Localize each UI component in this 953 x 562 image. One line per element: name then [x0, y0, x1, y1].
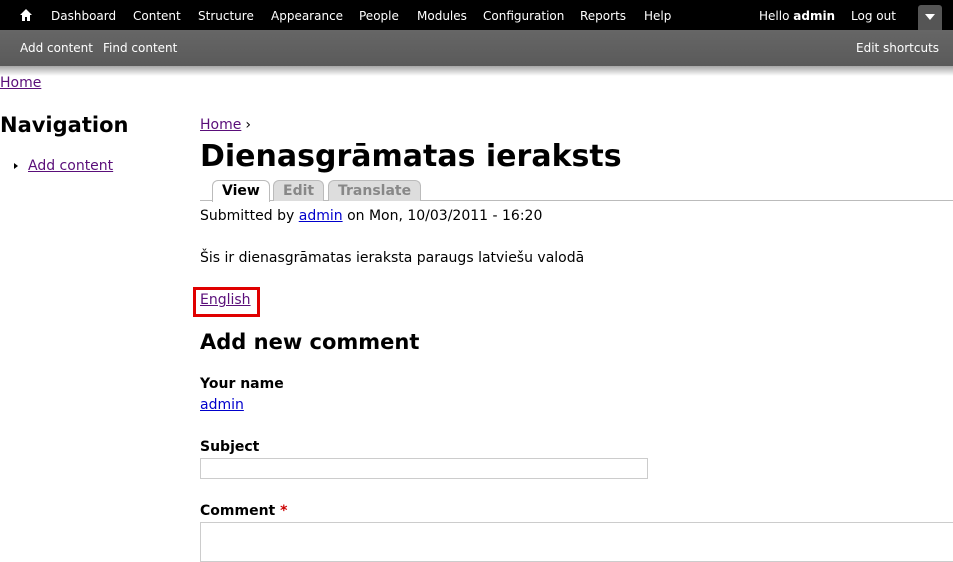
comment-label: Comment [200, 503, 276, 519]
shortcuts-toggle-button[interactable] [918, 5, 942, 30]
submitted-date: on Mon, 10/03/2011 - 16:20 [347, 208, 543, 224]
shortcuts-bar: Add content Find content Edit shortcuts [0, 30, 953, 66]
comment-form-title: Add new comment [200, 330, 420, 354]
sidebar-item-label[interactable]: Add content [28, 158, 113, 174]
tab-view[interactable]: View [212, 180, 270, 202]
language-link-english[interactable]: English [200, 292, 251, 308]
menu-reports[interactable]: Reports [580, 9, 626, 23]
breadcrumb-separator: › [245, 117, 251, 133]
menu-appearance[interactable]: Appearance [271, 9, 343, 23]
your-name-label: Your name [200, 376, 284, 392]
subject-input[interactable] [200, 458, 648, 479]
menu-configuration[interactable]: Configuration [483, 9, 564, 23]
breadcrumb-home-link[interactable]: Home [200, 117, 241, 133]
sidebar-item-add-content[interactable]: Add content [14, 158, 113, 174]
submitted-prefix: Submitted by [200, 208, 295, 224]
your-name-link[interactable]: admin [200, 397, 244, 413]
chevron-down-icon [925, 14, 935, 20]
hello-prefix: Hello [759, 9, 790, 23]
page-title: Dienasgrāmatas ieraksts [200, 139, 622, 174]
comment-label-wrap: Comment * [200, 503, 287, 519]
toolbar-shadow [0, 66, 953, 76]
tab-translate[interactable]: Translate [328, 180, 422, 201]
shortcut-add-content[interactable]: Add content [20, 41, 93, 55]
menu-help[interactable]: Help [644, 9, 671, 23]
sidebar-title: Navigation [0, 113, 129, 137]
admin-toolbar: Dashboard Content Structure Appearance P… [0, 0, 953, 30]
comment-textarea[interactable] [200, 522, 953, 562]
triangle-bullet-icon [14, 163, 18, 169]
user-greeting: Hello admin [759, 9, 835, 23]
tab-edit[interactable]: Edit [273, 180, 325, 201]
menu-people[interactable]: People [359, 9, 399, 23]
username[interactable]: admin [793, 9, 835, 23]
edit-shortcuts-link[interactable]: Edit shortcuts [856, 41, 939, 55]
required-marker: * [280, 503, 288, 519]
breadcrumb: Home › [200, 117, 251, 133]
node-body: Šis ir dienasgrāmatas ieraksta paraugs l… [200, 250, 585, 266]
menu-modules[interactable]: Modules [417, 9, 467, 23]
logout-link[interactable]: Log out [851, 9, 896, 23]
shortcut-find-content[interactable]: Find content [103, 41, 177, 55]
submitted-info: Submitted by admin on Mon, 10/03/2011 - … [200, 208, 542, 224]
menu-structure[interactable]: Structure [198, 9, 254, 23]
menu-dashboard[interactable]: Dashboard [51, 9, 116, 23]
subject-label: Subject [200, 439, 260, 455]
top-home-link[interactable]: Home [0, 75, 41, 91]
menu-content[interactable]: Content [133, 9, 181, 23]
home-icon[interactable] [19, 8, 33, 22]
author-link[interactable]: admin [299, 208, 343, 224]
